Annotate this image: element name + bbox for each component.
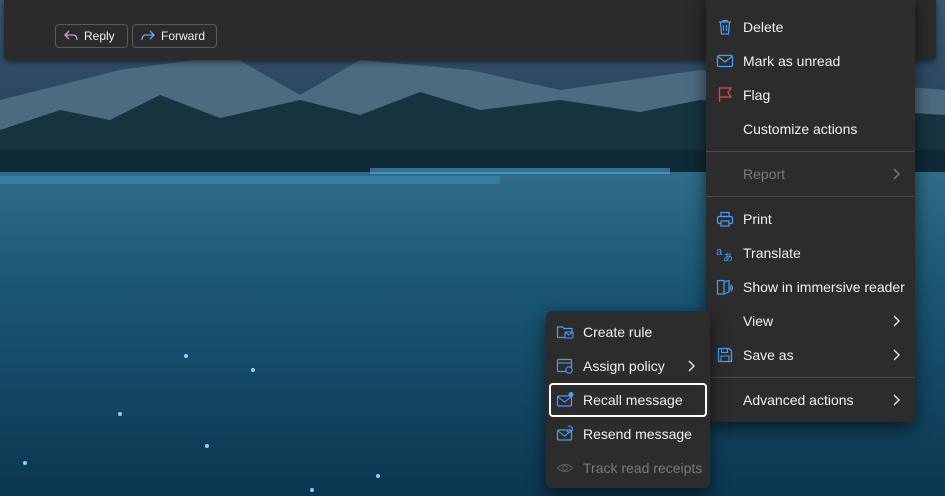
forward-label: Forward	[161, 29, 206, 43]
chevron-right-icon	[893, 168, 900, 180]
advanced-actions-submenu: Create rule Assign policy Recall message…	[546, 311, 710, 488]
recall-icon	[556, 392, 574, 407]
menu-item-label: Report	[743, 166, 786, 182]
chevron-right-icon	[893, 315, 900, 327]
submenu-item-assign-policy[interactable]: Assign policy	[546, 349, 710, 383]
trash-icon	[719, 19, 731, 35]
submenu-item-label: Recall message	[583, 392, 683, 408]
submenu-item-label: Track read receipts	[583, 460, 703, 476]
menu-item-delete[interactable]: Delete	[706, 10, 915, 44]
menu-divider	[706, 151, 915, 152]
translate-icon: a あ	[716, 246, 733, 262]
menu-item-label: Print	[743, 211, 772, 227]
submenu-item-label: Resend message	[583, 426, 692, 442]
submenu-item-resend-message[interactable]: Resend message	[546, 417, 710, 451]
submenu-item-track-read-receipts: Track read receipts	[546, 451, 710, 485]
menu-item-label: Delete	[743, 19, 784, 35]
menu-item-save-as[interactable]: Save as	[706, 338, 915, 372]
printer-icon	[716, 211, 734, 227]
menu-divider	[706, 377, 915, 378]
submenu-item-recall-message[interactable]: Recall message	[549, 383, 707, 417]
menu-item-report: Report	[706, 157, 915, 191]
forward-button[interactable]: Forward	[132, 24, 217, 48]
menu-item-label: Mark as unread	[743, 53, 841, 69]
menu-item-label: Show in immersive reader	[743, 279, 905, 295]
chevron-right-icon	[688, 360, 695, 372]
folder-rule-icon	[556, 326, 574, 339]
menu-item-label: Advanced actions	[743, 392, 854, 408]
more-actions-menu: Delete Mark as unread Flag Customize act…	[706, 0, 915, 422]
menu-item-flag[interactable]: Flag	[706, 78, 915, 112]
chevron-right-icon	[893, 349, 900, 361]
submenu-item-label: Assign policy	[583, 358, 665, 374]
menu-item-label: View	[743, 313, 774, 329]
reply-icon	[64, 30, 78, 41]
submenu-item-label: Create rule	[583, 324, 653, 340]
immersive-reader-icon	[716, 279, 734, 295]
menu-item-mark-unread[interactable]: Mark as unread	[706, 44, 915, 78]
eye-icon	[556, 463, 574, 473]
policy-icon	[556, 358, 573, 374]
menu-item-view[interactable]: View	[706, 304, 915, 338]
svg-text:あ: あ	[723, 252, 733, 262]
forward-icon	[141, 30, 155, 41]
menu-item-advanced-actions[interactable]: Advanced actions	[706, 383, 915, 417]
reply-button[interactable]: Reply	[55, 24, 128, 48]
menu-item-label: Flag	[743, 87, 771, 103]
save-icon	[717, 347, 733, 363]
resend-icon	[556, 425, 573, 441]
svg-text:a: a	[716, 246, 723, 258]
chevron-right-icon	[893, 394, 900, 406]
menu-item-print[interactable]: Print	[706, 202, 915, 236]
menu-item-customize-actions[interactable]: Customize actions	[706, 112, 915, 146]
menu-item-label: Translate	[743, 245, 801, 261]
menu-item-label: Customize actions	[743, 121, 858, 137]
reply-label: Reply	[84, 29, 115, 43]
envelope-icon	[716, 54, 734, 68]
menu-item-label: Save as	[743, 347, 794, 363]
menu-item-translate[interactable]: a あ Translate	[706, 236, 915, 270]
flag-icon	[718, 87, 733, 102]
submenu-item-create-rule[interactable]: Create rule	[546, 315, 710, 349]
menu-item-immersive-reader[interactable]: Show in immersive reader	[706, 270, 915, 304]
menu-divider	[706, 196, 915, 197]
